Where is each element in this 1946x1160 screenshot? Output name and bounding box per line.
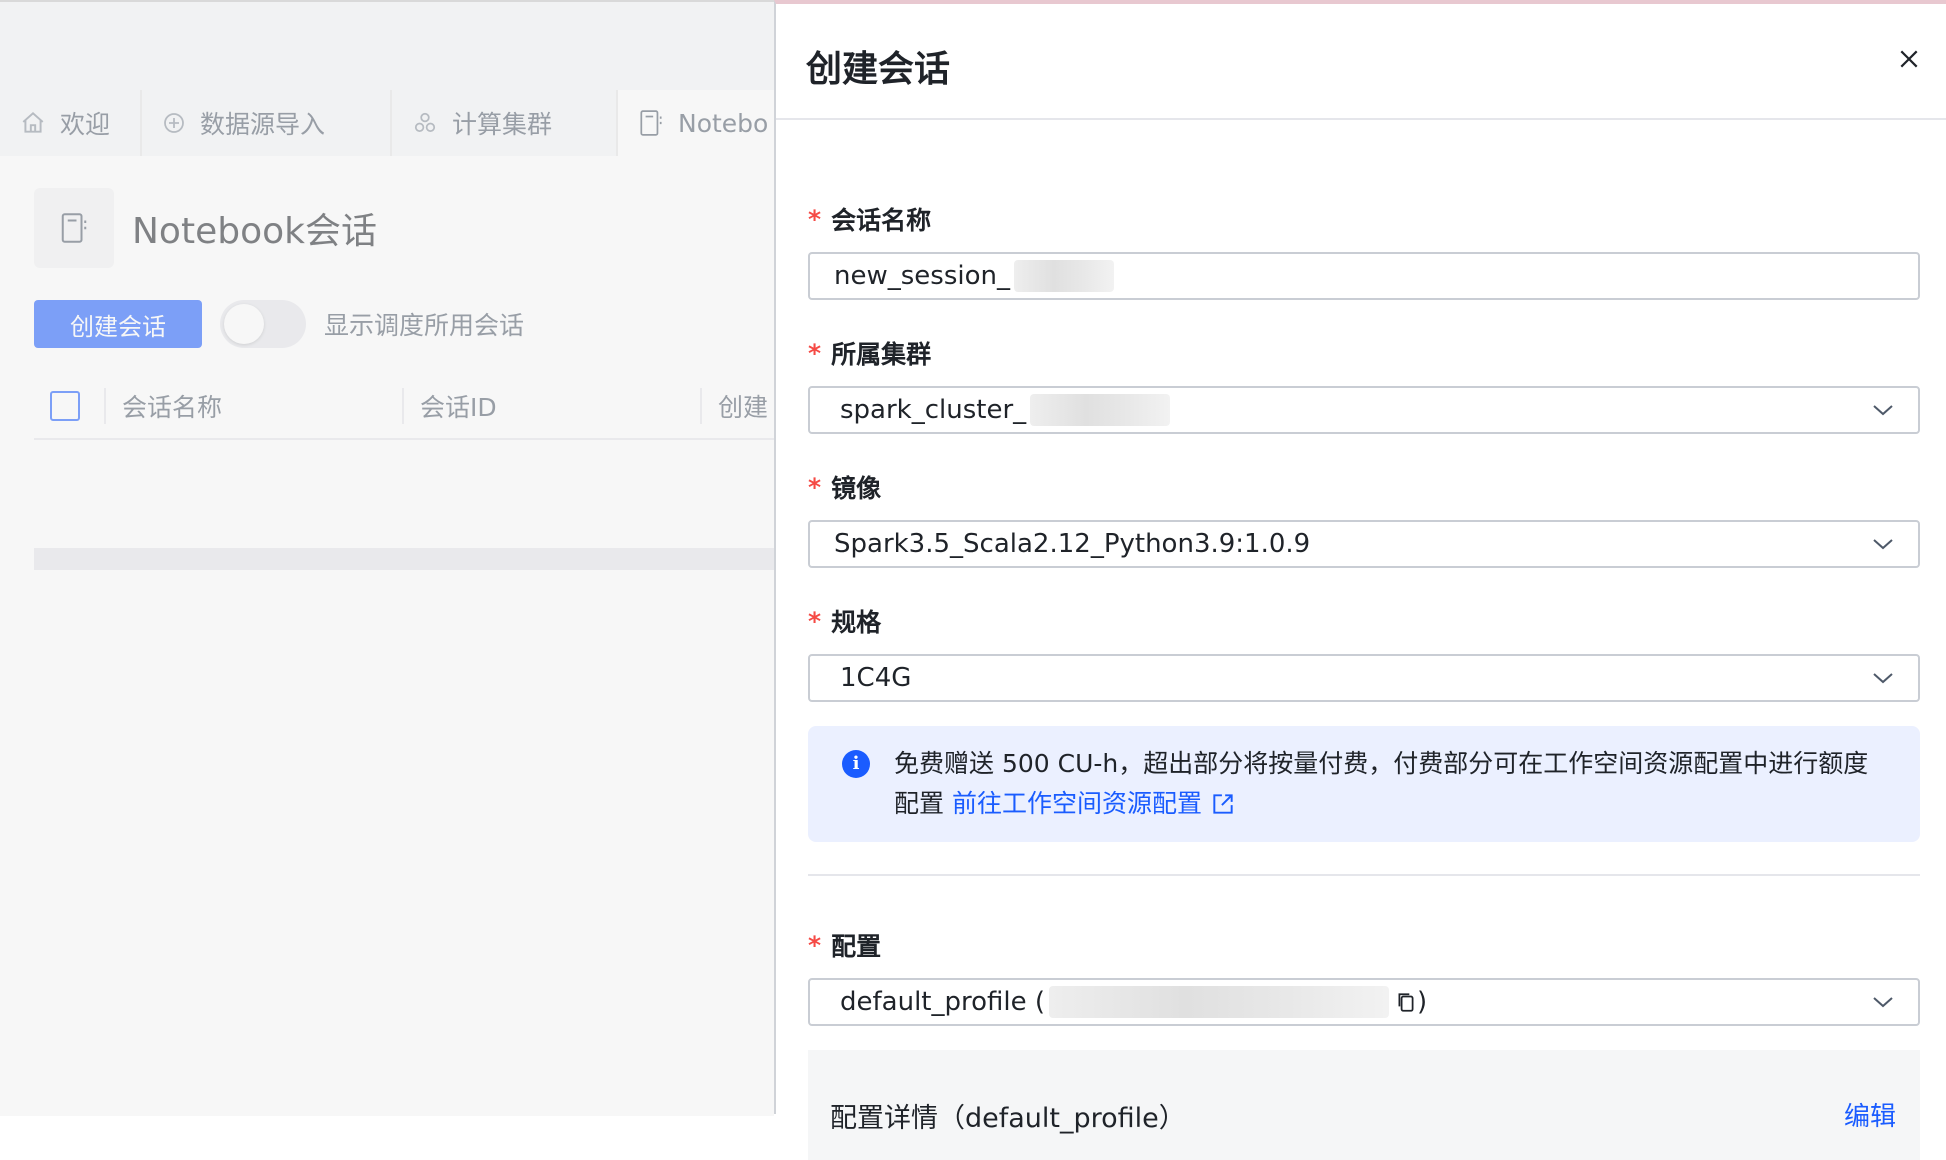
external-link-icon — [1213, 794, 1233, 814]
link-text: 前往工作空间资源配置 — [951, 789, 1202, 818]
required-mark: * — [808, 204, 822, 234]
copy-icon[interactable] — [1395, 991, 1417, 1013]
modal-mask[interactable] — [0, 2, 774, 1116]
config-details-title: 配置详情（default_profile） — [830, 1103, 1186, 1134]
session-form: * 会话名称 new_session_ * 所属集群 spark_cluster… — [808, 202, 1920, 1160]
spec-value: 1C4G — [840, 663, 912, 693]
create-session-drawer: 创建会话 * 会话名称 new_session_ * 所属集群 spark_cl… — [774, 0, 1946, 1160]
drawer-title: 创建会话 — [806, 49, 951, 90]
image-select[interactable]: Spark3.5_Scala2.12_Python3.9:1.0.9 — [808, 520, 1920, 568]
cluster-value-wrap: spark_cluster_ — [834, 394, 1171, 426]
required-mark: * — [808, 606, 822, 636]
image-value: Spark3.5_Scala2.12_Python3.9:1.0.9 — [834, 529, 1311, 559]
redacted-text — [1013, 260, 1114, 292]
free-quota-alert: i 免费赠送 500 CU-h，超出部分将按量付费，付费部分可在工作空间资源配置… — [808, 726, 1920, 842]
label-text: 规格 — [831, 608, 882, 637]
label-text: 会话名称 — [831, 206, 932, 235]
cluster-label: * 所属集群 — [808, 336, 1920, 370]
session-name-label: * 会话名称 — [808, 202, 1920, 236]
redacted-text — [1049, 986, 1390, 1018]
chevron-down-icon — [1872, 537, 1894, 551]
config-label: * 配置 — [808, 928, 1920, 962]
session-name-value: new_session_ — [834, 261, 1010, 291]
chevron-down-icon — [1872, 671, 1894, 685]
divider — [808, 874, 1920, 876]
config-value-prefix: default_profile ( — [840, 987, 1046, 1017]
image-label: * 镜像 — [808, 470, 1920, 504]
config-value-wrap: default_profile ( ) — [834, 986, 1427, 1018]
mask-shade — [0, 2, 774, 1116]
config-select[interactable]: default_profile ( ) — [808, 978, 1920, 1026]
spec-label: * 规格 — [808, 604, 1920, 638]
label-text: 镜像 — [831, 474, 882, 503]
label-text: 所属集群 — [831, 340, 932, 369]
session-name-input[interactable]: new_session_ — [808, 252, 1920, 300]
config-value-suffix: ) — [1417, 987, 1428, 1017]
drawer-header: 创建会话 — [776, 4, 1946, 120]
required-mark: * — [808, 338, 822, 368]
chevron-down-icon — [1872, 403, 1894, 417]
required-mark: * — [808, 930, 822, 960]
required-mark: * — [808, 472, 822, 502]
cluster-select[interactable]: spark_cluster_ — [808, 386, 1920, 434]
chevron-down-icon — [1872, 995, 1894, 1009]
info-icon: i — [842, 750, 870, 778]
spec-select[interactable]: 1C4G — [808, 654, 1920, 702]
close-icon[interactable] — [1894, 44, 1924, 74]
cluster-value: spark_cluster_ — [840, 395, 1027, 425]
label-text: 配置 — [831, 932, 882, 961]
resource-config-link[interactable]: 前往工作空间资源配置 — [952, 789, 1236, 818]
edit-config-link[interactable]: 编辑 — [1844, 1096, 1896, 1133]
config-details-panel: 配置详情（default_profile） 编辑 — [808, 1050, 1920, 1160]
redacted-text — [1030, 394, 1171, 426]
